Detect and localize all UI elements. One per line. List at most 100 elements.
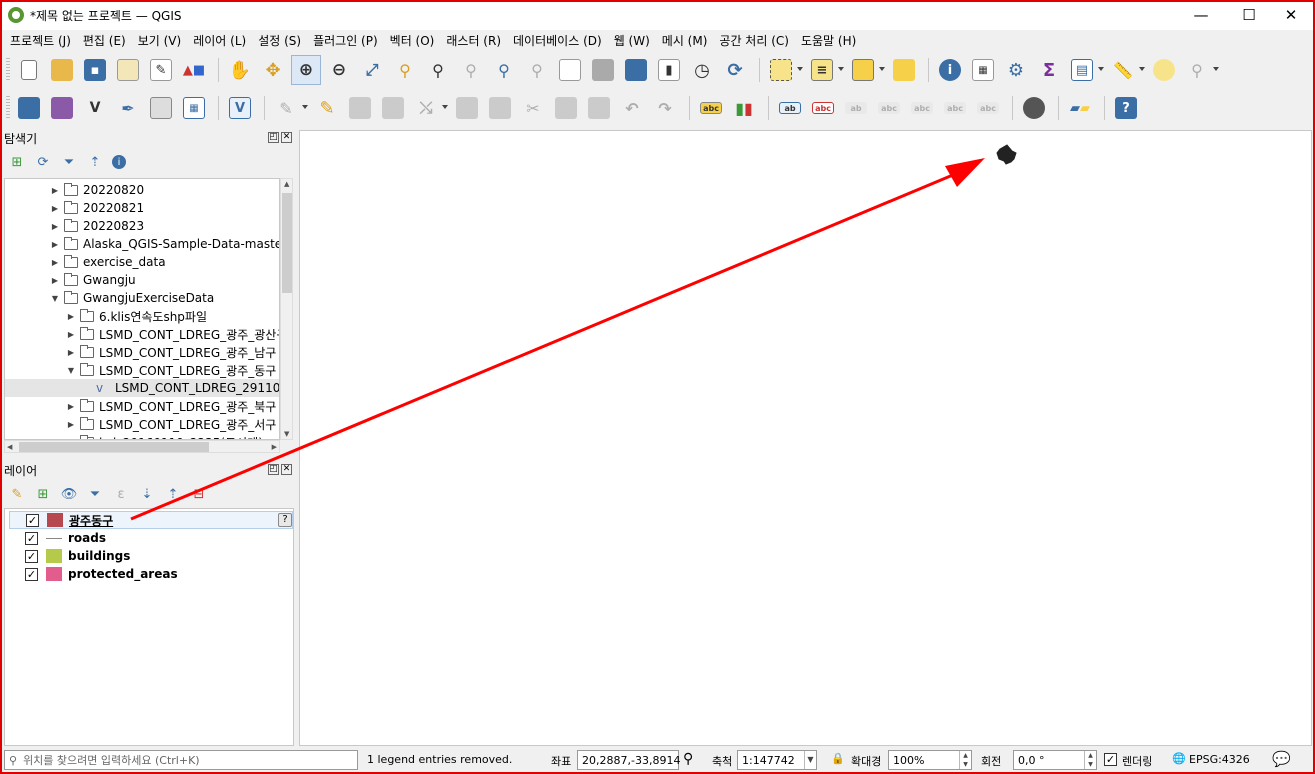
- delete-selected-button[interactable]: [485, 93, 515, 123]
- attribute-table-button[interactable]: ▦: [968, 55, 998, 85]
- browser-item[interactable]: ▼ GwangjuExerciseData: [49, 289, 214, 307]
- spin-arrows-icon[interactable]: ▲ ▼: [1084, 751, 1096, 769]
- menu-vector[interactable]: 벡터 (O): [384, 32, 441, 49]
- locator-search-input[interactable]: ⚲ 위치를 찾으려면 입력하세요 (Ctrl+K): [4, 750, 358, 770]
- expanded-arrow-icon[interactable]: ▼: [65, 366, 77, 375]
- open-field-calculator-button[interactable]: ▤: [1067, 55, 1104, 85]
- data-source-manager-button[interactable]: [14, 93, 44, 123]
- current-edits-button[interactable]: ✎: [271, 93, 308, 123]
- menu-raster[interactable]: 래스터 (R): [440, 32, 507, 49]
- zoom-to-selection-button[interactable]: ⚲: [390, 55, 420, 85]
- layer-visibility-checkbox[interactable]: ✓: [25, 549, 38, 563]
- collapsed-arrow-icon[interactable]: ▶: [65, 420, 77, 429]
- copy-features-button[interactable]: [551, 93, 581, 123]
- layer-visibility-checkbox[interactable]: ✓: [25, 531, 38, 545]
- measure-button[interactable]: 📏: [1108, 55, 1145, 85]
- layer-styling-icon[interactable]: ✎: [8, 485, 26, 503]
- menu-mesh[interactable]: 메시 (M): [656, 32, 714, 49]
- add-group-icon[interactable]: ⊞: [34, 485, 52, 503]
- new-3d-view-button[interactable]: [588, 55, 618, 85]
- add-layers-icon[interactable]: ⊞: [8, 153, 26, 171]
- filter-icon[interactable]: ⏷: [60, 153, 78, 171]
- float-panel-button[interactable]: ◰: [268, 464, 279, 475]
- collapsed-arrow-icon[interactable]: ▶: [65, 348, 77, 357]
- new-project-button[interactable]: [14, 55, 44, 85]
- select-by-value-button[interactable]: ≡: [807, 55, 844, 85]
- locator-button[interactable]: ⚲: [1182, 55, 1219, 85]
- close-panel-button[interactable]: ✕: [281, 132, 292, 143]
- refresh-button[interactable]: ⟳: [720, 55, 750, 85]
- magnifier-spinbox[interactable]: 100% ▲ ▼: [888, 750, 972, 770]
- statistics-button[interactable]: Σ: [1034, 55, 1064, 85]
- fill-symbol-swatch[interactable]: [46, 549, 62, 563]
- menu-layer[interactable]: 레이어 (L): [187, 32, 252, 49]
- map-canvas[interactable]: [299, 130, 1312, 746]
- collapsed-arrow-icon[interactable]: ▶: [65, 402, 77, 411]
- maximize-button[interactable]: ☐: [1226, 0, 1272, 30]
- unknown-crs-icon[interactable]: ?: [278, 513, 292, 527]
- menu-project[interactable]: 프로젝트 (J): [4, 32, 77, 49]
- python-console-button[interactable]: ▰ ▰: [1065, 93, 1095, 123]
- filter-expression-icon[interactable]: ε: [112, 485, 130, 503]
- save-project-button[interactable]: ▪: [80, 55, 110, 85]
- help-contents-button[interactable]: ?: [1111, 93, 1141, 123]
- menu-processing[interactable]: 공간 처리 (C): [713, 32, 795, 49]
- show-unplaced-labels-button[interactable]: abc: [808, 93, 838, 123]
- spin-arrows-icon[interactable]: ▲ ▼: [959, 751, 971, 769]
- collapsed-arrow-icon[interactable]: ▶: [65, 330, 77, 339]
- menu-web[interactable]: 웹 (W): [608, 32, 656, 49]
- redo-button[interactable]: ↷: [650, 93, 680, 123]
- show-bookmarks-button[interactable]: ▮: [654, 55, 684, 85]
- browser-item[interactable]: ▼ LSMD_CONT_LDREG_광주_동구: [65, 361, 276, 379]
- zoom-full-button[interactable]: ⤢: [357, 55, 387, 85]
- expand-all-icon[interactable]: ⇣: [138, 485, 156, 503]
- collapsed-arrow-icon[interactable]: ▶: [49, 204, 61, 213]
- browser-item[interactable]: ▶ 20220820: [49, 181, 144, 199]
- zoom-last-button[interactable]: ⚲: [489, 55, 519, 85]
- paste-features-button[interactable]: [584, 93, 614, 123]
- render-checkbox[interactable]: ✓: [1104, 753, 1117, 766]
- browser-item[interactable]: ▶ LSMD_CONT_LDREG_광주_남구: [65, 343, 276, 361]
- expanded-arrow-icon[interactable]: ▼: [49, 294, 61, 303]
- menu-help[interactable]: 도움말 (H): [795, 32, 862, 49]
- collapsed-arrow-icon[interactable]: ▶: [49, 186, 61, 195]
- processing-toolbox-button[interactable]: ⚙: [1001, 55, 1031, 85]
- pan-to-selection-button[interactable]: ✥: [258, 55, 288, 85]
- deselect-button[interactable]: [848, 55, 885, 85]
- modify-attributes-button[interactable]: [452, 93, 482, 123]
- browser-item[interactable]: ▶ Alaska_QGIS-Sample-Data-master: [49, 235, 279, 253]
- layer-item-buildings[interactable]: ✓ buildings: [25, 547, 130, 565]
- collapsed-arrow-icon[interactable]: ▶: [65, 312, 77, 321]
- new-temporary-layer-button[interactable]: [146, 93, 176, 123]
- zoom-native-button[interactable]: ⚲: [456, 55, 486, 85]
- rotate-label-button[interactable]: abc: [940, 93, 970, 123]
- browser-item[interactable]: ▶ LSMD_CONT_LDREG_광주_북구: [65, 397, 276, 415]
- fill-symbol-swatch[interactable]: [47, 513, 63, 527]
- new-virtual-layer-button[interactable]: ▦: [179, 93, 209, 123]
- open-project-button[interactable]: [47, 55, 77, 85]
- new-print-layout-button[interactable]: [113, 55, 143, 85]
- style-manager-button[interactable]: ▲ ■: [179, 55, 209, 85]
- add-feature-button[interactable]: [378, 93, 408, 123]
- manage-map-themes-icon[interactable]: 👁: [60, 485, 78, 503]
- crs-button[interactable]: EPSG:4326: [1189, 753, 1250, 766]
- zoom-to-layer-button[interactable]: ⚲: [423, 55, 453, 85]
- undo-button[interactable]: ↶: [617, 93, 647, 123]
- collapsed-arrow-icon[interactable]: ▶: [49, 222, 61, 231]
- menu-database[interactable]: 데이터베이스 (D): [507, 32, 608, 49]
- browser-vertical-scrollbar[interactable]: ▲ ▼: [280, 178, 293, 440]
- info-icon[interactable]: i: [112, 155, 126, 169]
- line-symbol-swatch[interactable]: [46, 537, 62, 539]
- new-geopackage-layer-button[interactable]: [47, 93, 77, 123]
- pin-labels-button[interactable]: ab: [841, 93, 871, 123]
- coordinate-field[interactable]: 20,2887,-33,8914: [577, 750, 680, 770]
- layer-labeling-button[interactable]: abc: [696, 93, 726, 123]
- temporal-controller-button[interactable]: ◷: [687, 55, 717, 85]
- layout-manager-button[interactable]: ✎: [146, 55, 176, 85]
- collapsed-arrow-icon[interactable]: ▶: [49, 258, 61, 267]
- menu-view[interactable]: 보기 (V): [132, 32, 187, 49]
- browser-item[interactable]: ▶ 6.klis연속도shp파일: [65, 307, 207, 325]
- collapsed-arrow-icon[interactable]: ▶: [49, 240, 61, 249]
- layer-visibility-checkbox[interactable]: ✓: [26, 513, 39, 527]
- collapse-all-icon[interactable]: ⇡: [86, 153, 104, 171]
